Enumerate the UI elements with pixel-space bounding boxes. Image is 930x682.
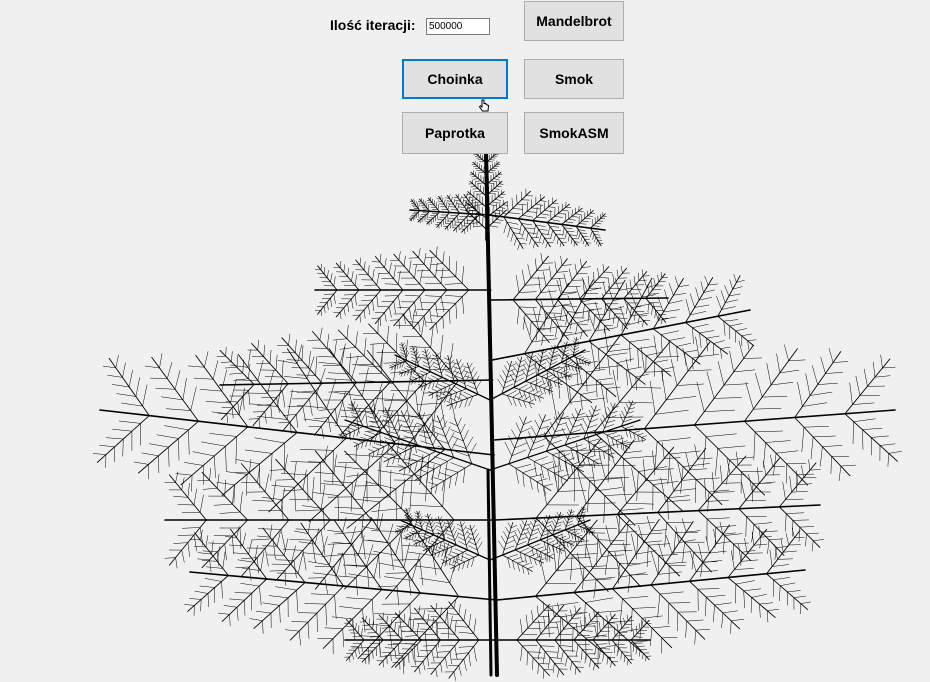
smokasm-button[interactable]: SmokASM [524, 112, 624, 154]
mandelbrot-button[interactable]: Mandelbrot [524, 1, 624, 41]
choinka-fractal [92, 148, 902, 681]
fractal-canvas [92, 148, 902, 681]
hand-pointer-icon [478, 99, 490, 112]
choinka-button[interactable]: Choinka [402, 59, 508, 99]
paprotka-button[interactable]: Paprotka [402, 112, 508, 154]
iterations-label: Ilość iteracji: [330, 17, 416, 33]
iterations-input[interactable] [426, 18, 490, 35]
fractal-app-window: Ilość iteracji: Mandelbrot Choinka Smok … [0, 0, 930, 682]
smok-button[interactable]: Smok [524, 59, 624, 99]
